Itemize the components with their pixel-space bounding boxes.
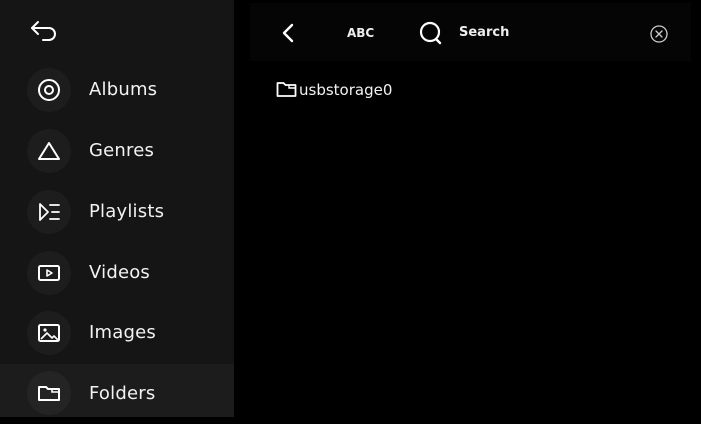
search-input[interactable]: Search <box>459 21 509 45</box>
sidebar-item-videos[interactable]: Videos <box>0 243 234 303</box>
list-item[interactable]: usbstorage0 <box>274 76 574 104</box>
sidebar-item-label: Folders <box>89 383 156 404</box>
sidebar-item-genres[interactable]: Genres <box>0 121 234 181</box>
album-disc-icon <box>38 79 60 101</box>
close-circle-icon[interactable] <box>649 24 669 44</box>
sidebar-item-label: Genres <box>89 140 155 161</box>
sidebar-item-label: Videos <box>89 262 151 283</box>
sidebar-item-label: Playlists <box>89 201 165 222</box>
return-arrow-icon <box>31 21 56 41</box>
folder-icon <box>38 386 60 401</box>
chevron-left-icon[interactable] <box>279 22 299 44</box>
sidebar-item-images[interactable]: Images <box>0 303 234 363</box>
sidebar-item-label: Albums <box>89 79 158 100</box>
image-icon <box>38 324 60 342</box>
sidebar-item-albums[interactable]: Albums <box>0 60 234 120</box>
sidebar: Albums Genres Playlists Videos Images Fo… <box>0 0 234 417</box>
playlist-icon <box>39 203 60 221</box>
search-icon[interactable] <box>419 20 443 46</box>
abc-button[interactable]: ABC <box>347 21 374 45</box>
sidebar-item-folders[interactable]: Folders <box>0 364 234 417</box>
sidebar-item-playlists[interactable]: Playlists <box>0 182 234 242</box>
folder-icon <box>276 82 297 97</box>
top-bar: ABC Search <box>250 3 691 61</box>
back-button[interactable] <box>0 0 234 62</box>
sidebar-item-label: Images <box>89 322 156 343</box>
video-icon <box>38 265 60 281</box>
triangle-icon <box>38 142 60 160</box>
folder-name: usbstorage0 <box>299 81 393 99</box>
